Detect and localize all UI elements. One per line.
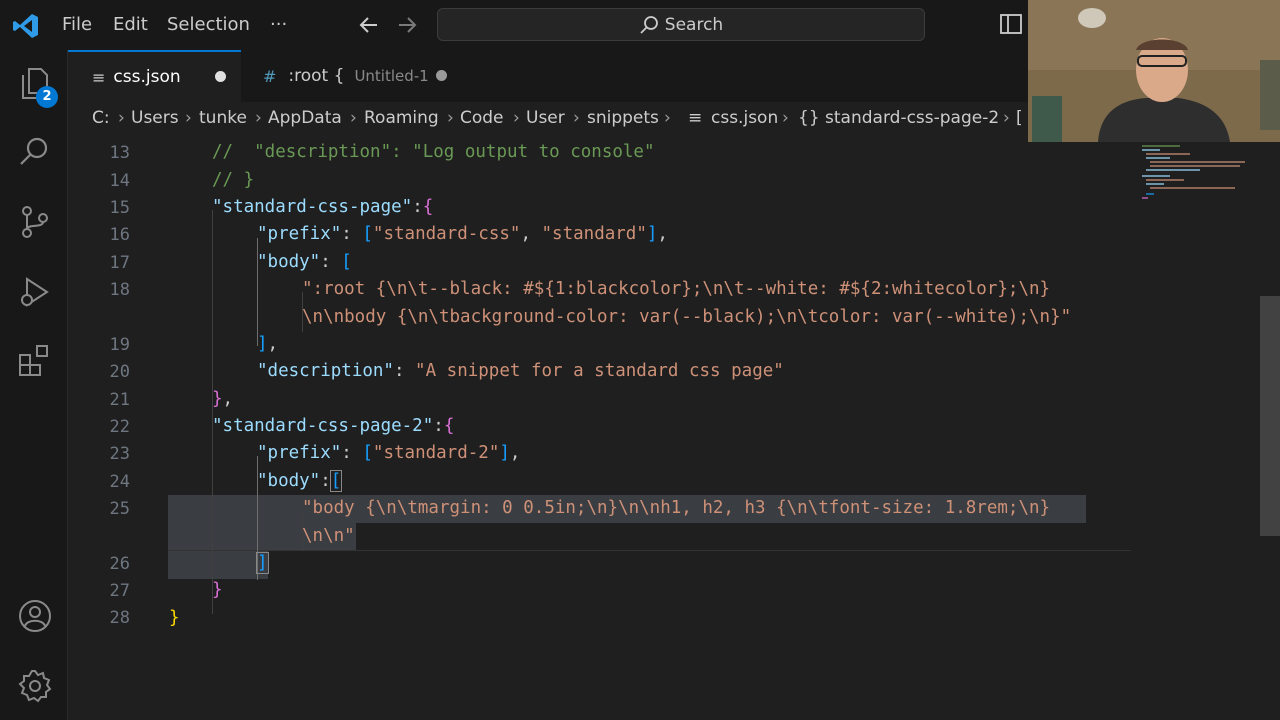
line-number: 13 xyxy=(109,143,130,163)
breadcrumb-item[interactable]: {} standard-css-page-2 xyxy=(798,102,999,134)
tab-untitled-1[interactable]: # :root { Untitled-1 xyxy=(241,50,461,102)
search-label: Search xyxy=(664,14,724,35)
line-number: 27 xyxy=(109,581,130,601)
code-editor[interactable]: 13 14 15 16 17 18 19 20 21 22 23 24 25 2… xyxy=(68,134,1280,720)
code-line-23: "prefix": ["standard-2"], xyxy=(257,443,521,463)
breadcrumb-item[interactable]: [ xyxy=(1016,102,1023,134)
line-number: 22 xyxy=(109,417,130,437)
webcam-overlay xyxy=(1028,0,1280,142)
code-line-24: "body":[ xyxy=(257,470,343,492)
code-line-19: ], xyxy=(257,334,279,354)
command-center-search[interactable]: Search xyxy=(437,8,925,41)
css-hash-icon: # xyxy=(263,66,277,86)
breadcrumb-item[interactable]: snippets xyxy=(587,102,659,134)
webcam-person-image xyxy=(1028,0,1280,142)
line-number: 17 xyxy=(109,253,130,273)
breadcrumb-item[interactable]: C: xyxy=(92,102,110,134)
code-line-18b: \n\nbody {\n\tbackground-color: var(--bl… xyxy=(302,307,1072,327)
vscode-logo-icon xyxy=(13,14,38,38)
run-debug-icon[interactable] xyxy=(17,274,53,310)
code-line-16: "prefix": ["standard-css", "standard"], xyxy=(257,224,668,244)
line-number: 25 xyxy=(109,499,130,519)
code-line-26: ] xyxy=(256,552,269,574)
breadcrumb-item[interactable]: User xyxy=(526,102,565,134)
breadcrumb-item[interactable]: tunke xyxy=(199,102,247,134)
breadcrumb-item[interactable]: AppData xyxy=(268,102,342,134)
code-line-25a: "body {\n\tmargin: 0 0.5in;\n}\n\nh1, h2… xyxy=(302,498,1051,518)
tab-label: css.json xyxy=(113,67,181,87)
toggle-sidebar-icon[interactable] xyxy=(1000,14,1022,34)
breadcrumb-item[interactable]: Users xyxy=(131,102,179,134)
code-line-17: "body": [ xyxy=(257,252,352,272)
line-number: 15 xyxy=(109,198,130,218)
file-lines-icon: ≡ xyxy=(688,108,703,128)
settings-gear-icon[interactable] xyxy=(17,668,53,704)
activity-bar: 2 xyxy=(0,50,68,720)
selection-highlight xyxy=(168,551,268,579)
menu-more[interactable]: ··· xyxy=(270,0,287,50)
line-number: 18 xyxy=(109,280,130,300)
extensions-icon[interactable] xyxy=(17,342,53,378)
tab-label: :root { xyxy=(288,66,345,86)
menu-edit[interactable]: Edit xyxy=(113,0,148,50)
breadcrumb-item[interactable]: css.json xyxy=(711,102,778,134)
source-control-icon[interactable] xyxy=(17,204,53,240)
line-number: 28 xyxy=(109,608,130,628)
line-number: 19 xyxy=(109,335,130,355)
editor-scrollbar[interactable] xyxy=(1260,296,1280,536)
line-number: 20 xyxy=(109,362,130,382)
unsaved-dot-icon[interactable] xyxy=(436,70,447,81)
tab-css-json[interactable]: ≡ css.json xyxy=(68,50,241,102)
breadcrumb-item[interactable]: Code xyxy=(460,102,504,134)
code-line-18a: ":root {\n\t--black: #${1:blackcolor};\n… xyxy=(302,279,1051,299)
code-line-25b: \n\n" xyxy=(302,526,355,546)
source-control-badge: 2 xyxy=(36,86,58,108)
current-line-border xyxy=(168,550,1131,551)
breadcrumb-item[interactable]: Roaming xyxy=(364,102,439,134)
back-arrow-icon[interactable] xyxy=(358,14,380,36)
code-line-27: } xyxy=(212,580,223,600)
code-line-22: "standard-css-page-2":{ xyxy=(212,416,455,436)
tab-sublabel: Untitled-1 xyxy=(354,67,429,85)
unsaved-dot-icon[interactable] xyxy=(215,71,226,82)
line-number: 23 xyxy=(109,444,130,464)
search-icon[interactable] xyxy=(17,134,53,170)
line-number: 21 xyxy=(109,390,130,410)
file-lines-icon: ≡ xyxy=(92,67,106,87)
line-number: 14 xyxy=(109,171,130,191)
search-icon xyxy=(640,15,658,34)
code-line-15: "standard-css-page":{ xyxy=(212,197,434,217)
minimap[interactable] xyxy=(1140,142,1250,222)
code-line-21: }, xyxy=(212,389,234,409)
account-icon[interactable] xyxy=(17,598,53,634)
line-number: 16 xyxy=(109,225,130,245)
indent-guide xyxy=(212,210,213,614)
code-line-13: // "description": "Log output to console… xyxy=(212,142,655,162)
menu-selection[interactable]: Selection xyxy=(167,0,250,50)
forward-arrow-icon[interactable] xyxy=(396,14,418,36)
line-number: 26 xyxy=(109,554,130,574)
line-number: 24 xyxy=(109,472,130,492)
menu-file[interactable]: File xyxy=(62,0,92,50)
code-line-20: "description": "A snippet for a standard… xyxy=(257,361,784,381)
code-line-14: // } xyxy=(212,170,255,190)
code-line-28: } xyxy=(169,608,180,628)
